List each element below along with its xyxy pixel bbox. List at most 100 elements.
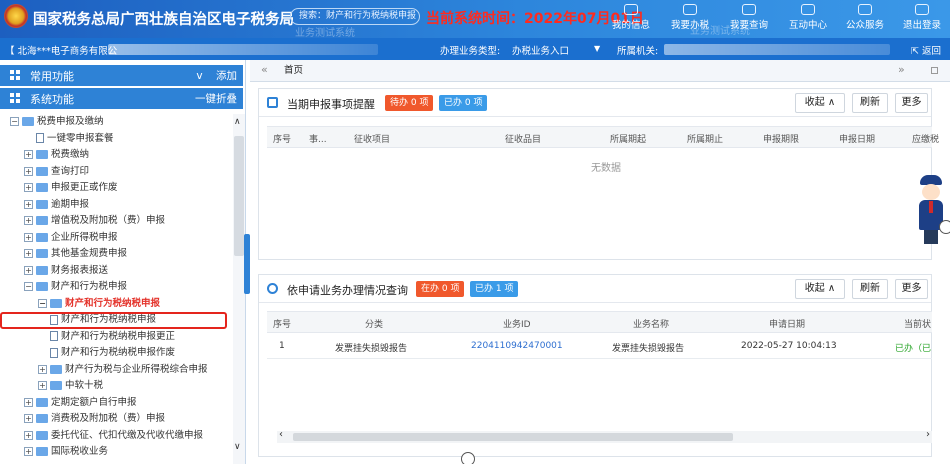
folder-icon	[36, 183, 48, 192]
col-header: 申报期限	[763, 135, 800, 145]
search-icon	[267, 283, 278, 294]
expand-icon[interactable]: +	[24, 183, 33, 192]
nav-my-info[interactable]: 我的信息	[604, 2, 658, 36]
table-row[interactable]: 1 发票挂失损毁报告 2204110942470001 发票挂失损毁报告 202…	[267, 335, 932, 359]
service-icon	[858, 4, 872, 15]
more-button[interactable]: 更多	[895, 93, 928, 113]
tree-item[interactable]: + 中软十税	[38, 378, 103, 394]
collapse-button[interactable]: 收起 ∧	[795, 279, 845, 299]
in-progress-badge[interactable]: 在办 0 项	[416, 281, 465, 297]
tree-item[interactable]: + 申报更正或作废	[24, 180, 118, 196]
business-id-link[interactable]: 2204110942470001	[471, 341, 563, 351]
caret-down-icon[interactable]: ▼	[594, 44, 600, 53]
tree-item[interactable]: + 国际税收业务	[24, 444, 108, 460]
scroll-down-icon[interactable]: ∨	[234, 442, 241, 452]
tree-item[interactable]: + 税费缴纳	[24, 147, 89, 163]
expand-icon[interactable]: +	[24, 216, 33, 225]
expand-icon[interactable]: +	[24, 232, 33, 242]
expand-icon[interactable]: +	[24, 397, 33, 407]
tree-item[interactable]: + 财务报表报送	[24, 263, 108, 279]
scroll-thumb[interactable]	[293, 433, 733, 441]
back-label: 返回	[921, 46, 941, 57]
document-icon	[50, 331, 58, 341]
tree-item[interactable]: + 其他基金规费申报	[24, 246, 127, 262]
collapse-button[interactable]: 收起 ∧	[795, 93, 845, 113]
status-text: 已办（已	[895, 344, 932, 354]
tree-item[interactable]: + 查询打印	[24, 164, 89, 180]
system-functions-header[interactable]: 系统功能 一键折叠	[0, 88, 243, 109]
panel-title: 当期申报事项提醒	[287, 98, 375, 111]
expand-icon[interactable]: +	[24, 199, 33, 209]
tree-item-label: 定期定额户自行申报	[51, 396, 137, 408]
expand-icon[interactable]: +	[24, 430, 33, 440]
common-functions-header[interactable]: 常用功能 v 添加	[0, 65, 243, 86]
todo-badge[interactable]: 待办 0 项	[385, 95, 434, 111]
tree-item[interactable]: + 定期定额户自行申报	[24, 395, 137, 411]
horizontal-scrollbar[interactable]: ‹ ›	[277, 429, 932, 443]
scroll-right-icon[interactable]: ›	[926, 429, 930, 440]
tree-item[interactable]: + 财产行为税与企业所得税综合申报	[38, 362, 208, 378]
tree-item[interactable]: + 企业所得税申报	[24, 230, 118, 246]
assistant-mascot[interactable]	[915, 175, 945, 247]
tree-item[interactable]: + 增值税及附加税（费）申报	[24, 213, 165, 229]
collapse-icon[interactable]: −	[24, 282, 33, 291]
expand-icon[interactable]: +	[24, 265, 33, 275]
done-badge[interactable]: 已办 0 项	[439, 95, 488, 111]
table-header: 序号 分类 业务ID 业务名称 申请日期 当前状	[267, 311, 932, 333]
panel-title: 依申请业务办理情况查询	[287, 284, 408, 297]
tab-next-icon[interactable]: »	[898, 63, 905, 76]
more-button[interactable]: 更多	[895, 279, 928, 299]
scroll-left-icon[interactable]: ‹	[279, 429, 283, 440]
declaration-reminder-panel: 当期申报事项提醒 待办 0 项 已办 0 项 收起 ∧ 刷新 更多 序号 事..…	[258, 88, 939, 260]
tree-item[interactable]: + 委托代征、代扣代缴及代收代缴申报	[24, 428, 203, 444]
tree-item[interactable]: − 财产和行为税申报	[24, 279, 127, 295]
collapse-all-button[interactable]: 一键折叠	[195, 91, 237, 106]
back-button[interactable]: ⇱ 返回	[911, 43, 941, 57]
expand-icon[interactable]: +	[24, 414, 33, 423]
col-header: 所属期起	[610, 135, 647, 145]
tree-item-label: 税费申报及缴纳	[37, 116, 104, 127]
expand-icon[interactable]: +	[24, 166, 33, 176]
expand-icon[interactable]: +	[24, 249, 33, 258]
tree-item[interactable]: 一键零申报套餐	[24, 131, 114, 147]
tree-item[interactable]: + 消费税及附加税（费）申报	[24, 411, 165, 427]
watermark-text: 业务测试系统	[295, 28, 355, 38]
scroll-thumb[interactable]	[234, 136, 244, 256]
biz-type-select[interactable]: 办税业务入口	[512, 43, 569, 57]
tab-home[interactable]: 首页	[284, 60, 314, 82]
folder-icon	[36, 265, 48, 275]
nav-logout[interactable]: 退出登录	[895, 2, 949, 36]
expand-icon[interactable]: +	[24, 447, 33, 456]
expand-icon[interactable]: +	[24, 150, 33, 159]
tree-item[interactable]: + 逾期申报	[24, 197, 89, 213]
tree-item[interactable]: − 税费申报及缴纳	[10, 114, 104, 130]
folder-icon	[36, 232, 48, 242]
expand-icon[interactable]: +	[38, 381, 47, 390]
resize-handle-icon[interactable]	[939, 220, 950, 234]
tree-item[interactable]: 财产和行为税纳税申报更正	[38, 329, 175, 345]
tree-item-label: 一键零申报套餐	[47, 132, 114, 144]
scroll-up-icon[interactable]: ∧	[234, 117, 241, 127]
folder-icon	[36, 414, 48, 423]
tab-prev-icon[interactable]: «	[261, 63, 268, 76]
tree-item[interactable]: 财产和行为税纳税申报作废	[38, 345, 175, 361]
search-input[interactable]: 搜索：财产和行为税纳税申报	[290, 8, 420, 25]
refresh-button[interactable]: 刷新	[852, 93, 888, 113]
col-header: 申请日期	[769, 320, 806, 330]
nav-interaction[interactable]: 互动中心	[781, 2, 835, 36]
tab-bar: « 首页 »	[250, 60, 950, 82]
add-button[interactable]: v 添加	[196, 68, 237, 83]
tree-item[interactable]: − 财产和行为税纳税申报	[38, 296, 160, 312]
collapse-icon[interactable]: −	[10, 117, 19, 126]
biz-type-label: 办理业务类型:	[440, 46, 501, 57]
common-title: 常用功能	[30, 70, 74, 83]
folder-icon	[36, 447, 48, 456]
refresh-button[interactable]: 刷新	[852, 279, 888, 299]
nav-public-service[interactable]: 公众服务	[838, 2, 892, 36]
expand-icon[interactable]: +	[38, 364, 47, 374]
done-badge[interactable]: 已办 1 项	[470, 281, 519, 297]
maximize-icon[interactable]	[931, 67, 938, 74]
resize-handle-icon[interactable]	[461, 452, 475, 464]
collapse-icon[interactable]: −	[38, 298, 47, 308]
nav-label: 互动中心	[788, 20, 827, 31]
